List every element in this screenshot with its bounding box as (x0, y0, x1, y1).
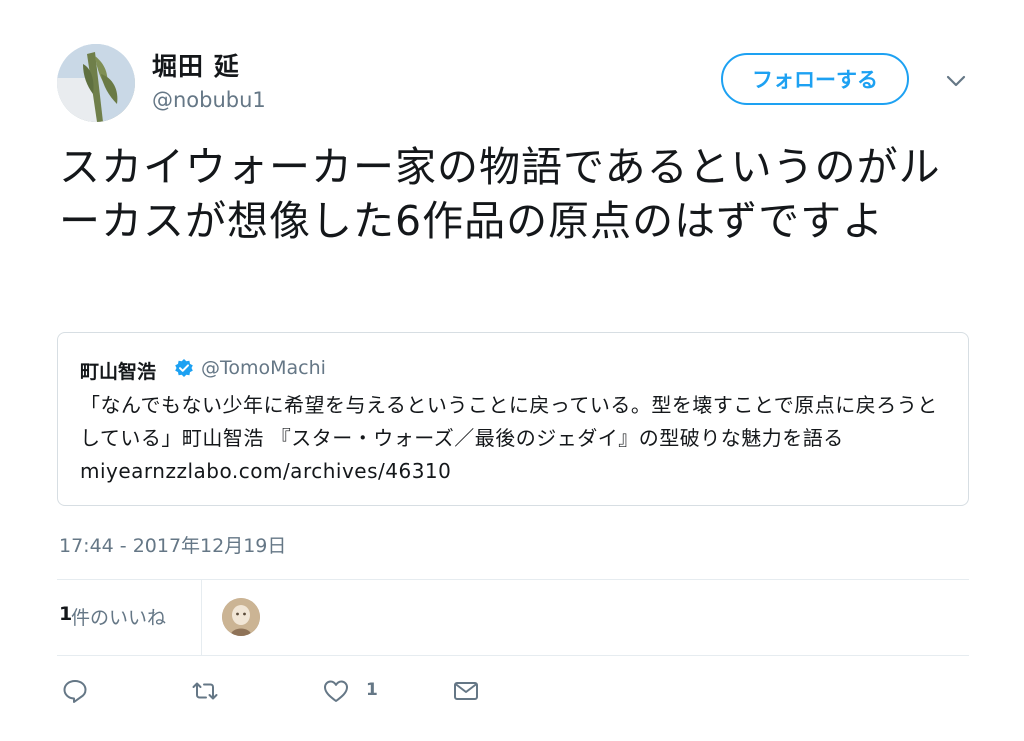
quoted-author-handle: @TomoMachi (201, 357, 326, 379)
verified-badge-icon (174, 358, 194, 378)
chevron-down-icon[interactable] (941, 66, 971, 96)
like-count: 1 (366, 680, 378, 700)
vertical-divider (201, 580, 202, 655)
author-display-name[interactable]: 堀田 延 (152, 47, 240, 83)
author-avatar[interactable] (57, 44, 135, 122)
tweet-timestamp[interactable]: 17:44 - 2017年12月19日 (59, 531, 286, 558)
liker-avatar[interactable] (222, 598, 260, 636)
heart-icon[interactable] (321, 676, 351, 706)
envelope-icon[interactable] (451, 676, 481, 706)
tweet-text: スカイウォーカー家の物語であるというのがルーカスが想像した6作品の原点のはずです… (59, 143, 941, 245)
author-handle[interactable]: @nobubu1 (152, 88, 266, 112)
quoted-author-name: 町山智浩 (80, 361, 157, 383)
quoted-tweet-text: 「なんでもない少年に希望を与えるということに戻っている。型を壊すことで原点に戻ろ… (80, 393, 938, 483)
divider (57, 579, 969, 580)
reply-icon[interactable] (60, 676, 90, 706)
likes-label[interactable]: 件のいいね (71, 603, 166, 630)
follow-button[interactable]: フォローする (721, 53, 909, 105)
retweet-icon[interactable] (190, 676, 220, 706)
divider (57, 655, 969, 656)
